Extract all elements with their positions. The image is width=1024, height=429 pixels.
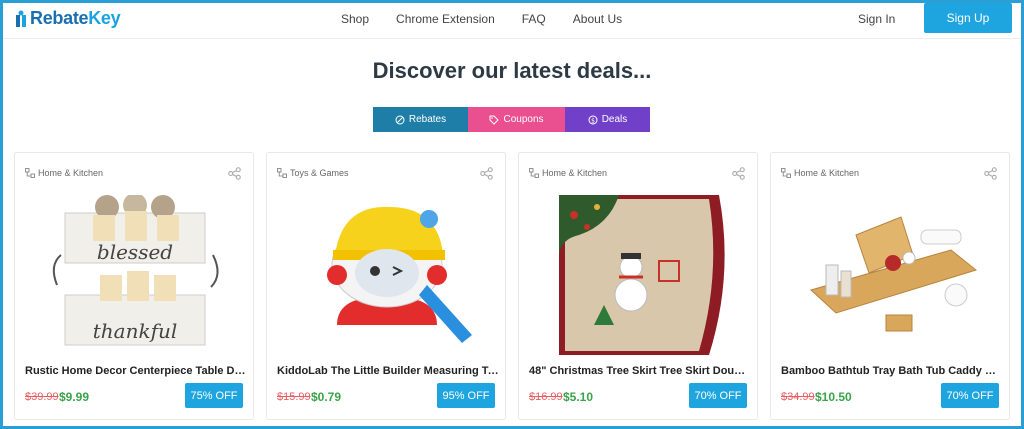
sale-price: $10.50	[815, 390, 852, 404]
category-text: Home & Kitchen	[38, 168, 104, 178]
category-label: Toys & Games	[277, 168, 349, 178]
bamboo-bathtub-tray-image	[810, 216, 978, 332]
category-text: Home & Kitchen	[542, 168, 608, 178]
category-icon	[277, 168, 287, 178]
tab-rebates[interactable]: Rebates	[373, 107, 468, 132]
product-title[interactable]: KiddoLab The Little Builder Measuring Ta…	[277, 365, 499, 377]
top-header: RebateKey Shop Chrome Extension FAQ Abou…	[3, 3, 1021, 38]
page-title: Discover our latest deals...	[372, 58, 652, 83]
share-icon[interactable]	[228, 167, 241, 180]
discount-button[interactable]: 70% OFF	[689, 383, 747, 408]
logo-icon	[16, 10, 26, 27]
rebate-icon	[395, 115, 405, 124]
logo[interactable]: RebateKey	[15, 8, 121, 29]
discount-button[interactable]: 70% OFF	[941, 383, 999, 408]
category-label: Home & Kitchen	[529, 168, 607, 178]
category-text: Toys & Games	[290, 168, 349, 178]
deal-type-tabs: Rebates Coupons $ Deals	[373, 107, 650, 132]
category-label: Home & Kitchen	[781, 168, 859, 178]
share-icon[interactable]	[984, 167, 997, 180]
category-icon	[25, 168, 35, 178]
sign-in-link[interactable]: Sign In	[858, 12, 895, 26]
share-icon[interactable]	[480, 167, 493, 180]
logo-text-b: Key	[88, 8, 121, 28]
logo-text: RebateKey	[30, 8, 121, 29]
product-card[interactable]: Home & Kitchen blessed thankful Rustic H…	[14, 152, 254, 420]
sale-price: $0.79	[311, 390, 342, 404]
nav-shop[interactable]: Shop	[341, 12, 369, 26]
category-icon	[781, 168, 791, 178]
nav-about-us[interactable]: About Us	[573, 12, 622, 26]
original-price: $34.99	[781, 391, 815, 403]
svg-text:$: $	[591, 117, 595, 124]
tab-coupons[interactable]: Coupons	[468, 107, 565, 132]
nav-faq[interactable]: FAQ	[522, 12, 546, 26]
sale-price: $5.10	[563, 390, 594, 404]
sign-up-button[interactable]: Sign Up	[924, 3, 1012, 33]
tab-deals[interactable]: $ Deals	[565, 107, 650, 132]
category-label: Home & Kitchen	[25, 168, 103, 178]
toy-measuring-tape-image	[327, 206, 472, 343]
product-card[interactable]: Toys & Games KiddoLab The Little Builder…	[266, 152, 506, 420]
sale-price: $9.99	[59, 390, 90, 404]
original-price: $15.99	[277, 391, 311, 403]
discount-button[interactable]: 95% OFF	[437, 383, 495, 408]
category-text: Home & Kitchen	[794, 168, 860, 178]
tag-icon	[489, 115, 500, 125]
svg-text:blessed: blessed	[97, 240, 173, 264]
tab-deals-label: Deals	[601, 114, 628, 125]
discount-button[interactable]: 75% OFF	[185, 383, 243, 408]
share-icon[interactable]	[732, 167, 745, 180]
nav-chrome-extension[interactable]: Chrome Extension	[396, 12, 495, 26]
category-icon	[529, 168, 539, 178]
product-title[interactable]: Bamboo Bathtub Tray Bath Tub Caddy with.…	[781, 365, 1003, 377]
product-card[interactable]: Home & Kitchen Bamboo Bathtub Tray Bath …	[770, 152, 1010, 420]
tab-rebates-label: Rebates	[408, 114, 447, 125]
tab-coupons-label: Coupons	[503, 114, 544, 125]
svg-text:thankful: thankful	[93, 319, 178, 343]
product-title[interactable]: 48" Christmas Tree Skirt Tree Skirt Doub…	[529, 365, 751, 377]
product-card[interactable]: Home & Kitchen 48" Christmas Tree Skirt …	[518, 152, 758, 420]
christmas-tree-skirt-image	[559, 195, 725, 355]
product-title[interactable]: Rustic Home Decor Centerpiece Table Dec.…	[25, 365, 247, 377]
original-price: $16.99	[529, 391, 563, 403]
header-divider	[3, 38, 1021, 39]
dollar-circle-icon: $	[588, 115, 598, 124]
rustic-centerpiece-image: blessed thankful	[52, 195, 219, 346]
logo-text-a: Rebate	[30, 8, 89, 28]
main-nav: Shop Chrome Extension FAQ About Us	[341, 12, 649, 26]
original-price: $39.99	[25, 391, 59, 403]
